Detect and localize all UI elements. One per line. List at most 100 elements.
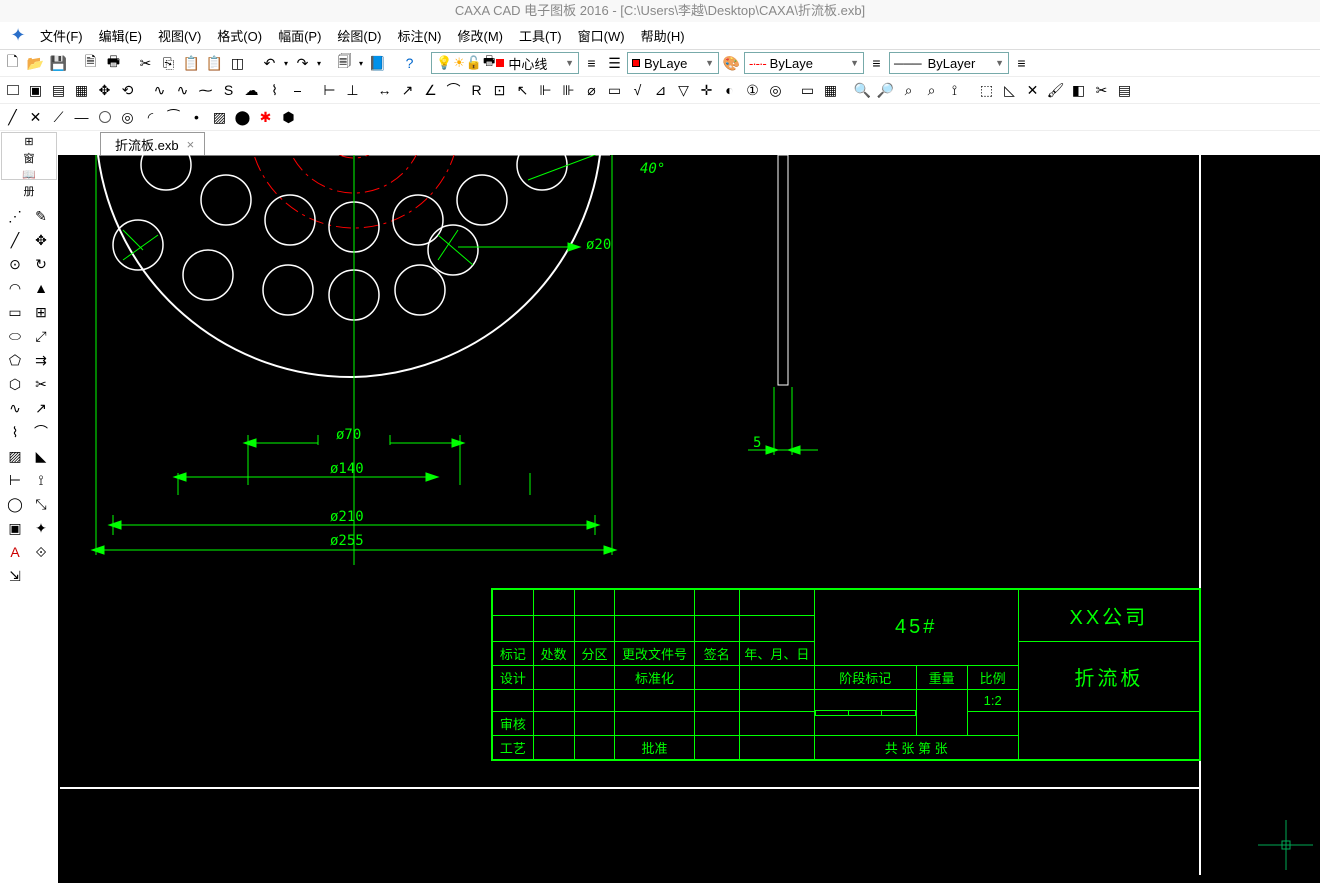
lt-circle-icon[interactable]: ⊙ (4, 253, 26, 275)
layer-tool-icon[interactable]: ☰ (604, 53, 625, 74)
copy-icon[interactable]: ⎘ (158, 53, 179, 74)
lt-curve-icon[interactable]: ⌇ (4, 421, 26, 443)
lt-trim-icon[interactable]: ✂ (30, 373, 52, 395)
frame-icon[interactable]: ▭ (797, 80, 818, 101)
zoom-in-icon[interactable]: 🔍 (852, 80, 873, 101)
menu-e[interactable]: 编辑(E) (91, 26, 150, 45)
section-icon[interactable]: ◐ (719, 80, 740, 101)
circle-icon[interactable] (94, 107, 115, 128)
save-icon[interactable]: 💾 (48, 53, 69, 74)
menu-t[interactable]: 工具(T) (511, 26, 570, 45)
layer-combo[interactable]: 💡☀🔓🖶 中心线 ▼ (431, 52, 579, 74)
ellipse-arc-icon[interactable]: ⁀ (163, 107, 184, 128)
dim-arc-icon[interactable]: ⌒ (443, 80, 464, 101)
left-panel-tabs[interactable]: ⊞ 窗 📖 册 (1, 132, 57, 180)
lt-spline-icon[interactable]: ∿ (4, 397, 26, 419)
lt-text-icon[interactable]: A (4, 541, 26, 563)
lt-mirror-icon[interactable]: ▲ (30, 277, 52, 299)
zoom-dyn-icon[interactable]: ▦ (71, 80, 92, 101)
lt-array-icon[interactable]: ⊞ (30, 301, 52, 323)
lt-rotate-icon[interactable]: ↻ (30, 253, 52, 275)
undo-icon[interactable]: ↶ (259, 53, 280, 74)
color-combo[interactable]: ByLaye ▼ (627, 52, 719, 74)
hatch-icon[interactable]: ▨ (209, 107, 230, 128)
find-icon[interactable]: ⌕ (898, 80, 919, 101)
center-mark-icon[interactable]: ✛ (696, 80, 717, 101)
menu-m[interactable]: 修改(M) (450, 26, 512, 45)
paste-icon[interactable]: 📋 (181, 53, 202, 74)
redo-icon[interactable]: ↷ (292, 53, 313, 74)
gd-tol-icon[interactable]: ▭ (604, 80, 625, 101)
lt-extend-icon[interactable]: ↗ (30, 397, 52, 419)
lt-hatch-icon[interactable]: ▨ (4, 445, 26, 467)
lineweight-settings-icon[interactable]: ≡ (1011, 53, 1032, 74)
menu-f[interactable]: 文件(F) (32, 26, 91, 45)
point-icon[interactable]: • (186, 107, 207, 128)
color-picker-icon[interactable]: 🎨 (721, 53, 742, 74)
wave1-icon[interactable]: ∿ (172, 80, 193, 101)
weld-icon[interactable]: ⊿ (650, 80, 671, 101)
snap-mid-icon[interactable]: ◺ (999, 80, 1020, 101)
open-file-icon[interactable]: 📂 (25, 53, 46, 74)
layer-manager-icon[interactable]: ≡ (581, 53, 602, 74)
menu-p[interactable]: 幅面(P) (270, 26, 329, 45)
lt-circle2-icon[interactable]: ◯ (4, 493, 26, 515)
lt-pentagon-icon[interactable]: ⬡ (4, 373, 26, 395)
curve1-icon[interactable]: S (218, 80, 239, 101)
cut-icon[interactable]: ✂ (135, 53, 156, 74)
menu-v[interactable]: 视图(V) (150, 26, 209, 45)
lt-line-icon[interactable]: ╱ (4, 229, 26, 251)
measure-icon[interactable]: ⟟ (944, 80, 965, 101)
dim-horiz-icon[interactable]: ⊢ (319, 80, 340, 101)
lt-offset-icon[interactable]: ⇉ (30, 349, 52, 371)
print-preview-icon[interactable]: 🗎 (80, 53, 101, 74)
dim-baseline-icon[interactable]: ⊩ (535, 80, 556, 101)
close-tab-icon[interactable]: × (187, 137, 195, 152)
doc-tab-active[interactable]: 折流板.exb × (100, 132, 205, 156)
menu-o[interactable]: 格式(O) (209, 26, 270, 45)
redo-dd-icon[interactable]: ▾ (315, 53, 323, 74)
dim-align-icon[interactable]: ↗ (397, 80, 418, 101)
tab-top-icon[interactable]: ⊞ (24, 135, 33, 148)
linetype-manager-icon[interactable]: ≡ (866, 53, 887, 74)
design-center-icon[interactable]: 📘 (367, 53, 388, 74)
surf-finish-icon[interactable]: √ (627, 80, 648, 101)
lt-explode-icon[interactable]: ✦ (30, 517, 52, 539)
ray-icon[interactable]: ⟋ (48, 107, 69, 128)
lt-arc-icon[interactable]: ◠ (4, 277, 26, 299)
block-icon[interactable]: ⬢ (278, 107, 299, 128)
lt-rect-icon[interactable]: ▭ (4, 301, 26, 323)
menu-d[interactable]: 绘图(D) (329, 26, 389, 45)
menu-h[interactable]: 帮助(H) (633, 26, 693, 45)
zoom-prev-icon[interactable]: ▤ (48, 80, 69, 101)
lt-scale-icon[interactable]: ⤢ (30, 325, 52, 347)
drawing-canvas[interactable]: ø20 40° 5 ø70 ø140 ø210 ø255 45# XX公司 标记… (58, 155, 1320, 883)
break-icon[interactable]: ⎯ (287, 80, 308, 101)
lt-break-icon[interactable]: ⟟ (30, 469, 52, 491)
lt-chamfer-icon[interactable]: ◣ (30, 445, 52, 467)
find-replace-icon[interactable]: ⌕ (921, 80, 942, 101)
tab-top[interactable]: 窗 (24, 150, 35, 166)
print-icon[interactable]: 🖶 (103, 53, 124, 74)
lt-insert-icon[interactable]: ⇲ (4, 565, 26, 587)
pline-icon[interactable]: — (71, 107, 92, 128)
datum-icon[interactable]: ▽ (673, 80, 694, 101)
dim-angle-icon[interactable]: ∠ (420, 80, 441, 101)
dim-leader-icon[interactable]: ↖ (512, 80, 533, 101)
lt-measure-icon[interactable]: ⟐ (30, 541, 52, 563)
redraw-icon[interactable]: ⟲ (117, 80, 138, 101)
curve3-icon[interactable]: ⌇ (264, 80, 285, 101)
help-icon[interactable]: ? (399, 53, 420, 74)
dim-radius-icon[interactable]: R (466, 80, 487, 101)
lt-block-icon[interactable]: ▣ (4, 517, 26, 539)
dim-linear-icon[interactable]: ↔ (374, 80, 395, 101)
dim-vert-icon[interactable]: ⊥ (342, 80, 363, 101)
lt-pencil-icon[interactable]: ✎ (30, 205, 52, 227)
titleblock-icon[interactable]: ▦ (820, 80, 841, 101)
zoom-extents-icon[interactable]: ▣ (25, 80, 46, 101)
dim-ord-icon[interactable]: ⊡ (489, 80, 510, 101)
lt-ellipse-icon[interactable]: ⬭ (4, 325, 26, 347)
lt-stretch-icon[interactable]: ⤡ (30, 493, 52, 515)
doc-settings-icon[interactable]: 🗐 (334, 53, 355, 74)
donut-icon[interactable]: ◎ (117, 107, 138, 128)
